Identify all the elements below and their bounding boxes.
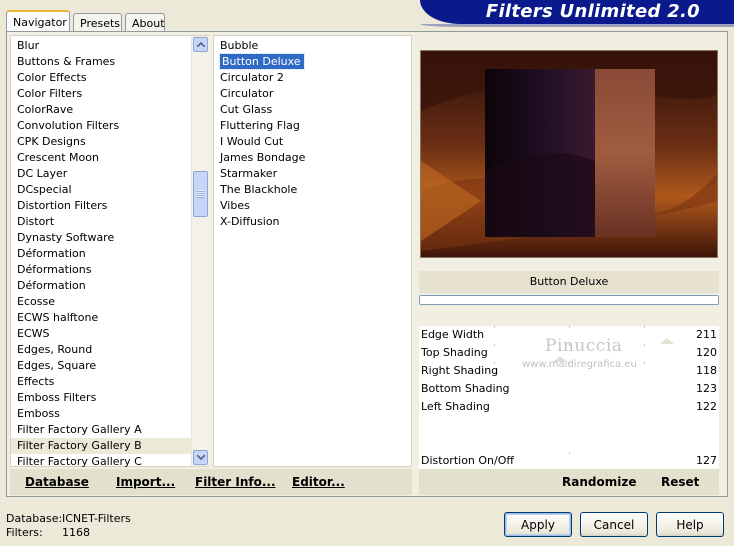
filter-item[interactable]: Starmaker — [214, 166, 409, 182]
category-item[interactable]: Color Effects — [11, 70, 191, 86]
category-item[interactable]: Edges, Round — [11, 342, 191, 358]
import-button[interactable]: Import... — [116, 475, 175, 489]
category-item[interactable]: Distortion Filters — [11, 198, 191, 214]
filter-item[interactable]: Bubble — [214, 38, 409, 54]
category-item[interactable]: Crescent Moon — [11, 150, 191, 166]
param-value: 211 — [696, 328, 717, 341]
filter-item[interactable]: Cut Glass — [214, 102, 409, 118]
filter-item[interactable]: Button Deluxe — [214, 53, 409, 70]
preview-graphic — [421, 51, 717, 257]
param-value: 127 — [696, 454, 717, 467]
filter-item[interactable]: The Blackhole — [214, 182, 409, 198]
preview-caption: Button Deluxe — [419, 271, 719, 293]
database-status-label: Database: — [6, 512, 63, 525]
filter-list: Bubble Button Deluxe Circulator 2 Circulato… — [213, 35, 412, 467]
category-item[interactable]: Effects — [11, 374, 191, 390]
category-item[interactable]: Filter Factory Gallery A — [11, 422, 191, 438]
tab-presets[interactable]: Presets — [73, 13, 122, 32]
progress-bar — [419, 295, 719, 305]
category-item[interactable]: Edges, Square — [11, 358, 191, 374]
category-item[interactable]: Déformations — [11, 262, 191, 278]
database-button[interactable]: Database — [25, 475, 89, 489]
apply-button[interactable]: Apply — [504, 512, 572, 537]
tab-about[interactable]: About — [125, 13, 165, 32]
category-item[interactable]: Blur — [11, 38, 191, 54]
filter-item[interactable]: James Bondage — [214, 150, 409, 166]
category-item[interactable]: Emboss Filters — [11, 390, 191, 406]
right-action-bar: Randomize Reset — [419, 469, 719, 495]
status-info: Database:ICNET-Filters Filters: 1168 — [6, 512, 131, 540]
param-left-shading[interactable]: Left Shading 122 — [419, 398, 719, 416]
category-item[interactable]: Déformation — [11, 278, 191, 294]
category-item[interactable]: Dynasty Software — [11, 230, 191, 246]
category-item[interactable]: Filter Factory Gallery B — [11, 438, 191, 454]
category-item[interactable]: Filter Factory Gallery C — [11, 454, 191, 470]
scroll-up-button[interactable] — [193, 37, 208, 52]
filter-info-button[interactable]: Filter Info... — [195, 475, 276, 489]
filter-item[interactable]: X-Diffusion — [214, 214, 409, 230]
filter-item-selected[interactable]: Button Deluxe — [219, 53, 305, 70]
param-value: 120 — [696, 346, 717, 359]
param-empty-row — [419, 434, 719, 452]
category-item[interactable]: ColorRave — [11, 102, 191, 118]
category-item[interactable]: DCspecial — [11, 182, 191, 198]
param-value: 118 — [696, 364, 717, 377]
param-value: 122 — [696, 400, 717, 413]
category-item[interactable]: Color Filters — [11, 86, 191, 102]
filter-item[interactable]: Circulator 2 — [214, 70, 409, 86]
param-label: Left Shading — [421, 400, 490, 413]
category-item[interactable]: Emboss — [11, 406, 191, 422]
chevron-down-icon — [196, 455, 205, 460]
param-value: 123 — [696, 382, 717, 395]
param-label: Right Shading — [421, 364, 499, 377]
filters-count-value: 1168 — [62, 526, 90, 539]
filters-count-label: Filters: — [6, 526, 43, 539]
help-button[interactable]: Help — [656, 512, 724, 537]
preview-image — [420, 50, 718, 258]
scroll-thumb[interactable] — [193, 171, 208, 217]
filter-item[interactable]: Circulator — [214, 86, 409, 102]
header-banner: Filters Unlimited 2.0 — [420, 0, 734, 27]
category-item[interactable]: Convolution Filters — [11, 118, 191, 134]
left-action-bar: Database Import... Filter Info... Editor… — [10, 469, 412, 495]
watermark-name: Pinuccia — [545, 336, 623, 356]
chevron-up-icon — [196, 42, 205, 47]
scroll-down-button[interactable] — [193, 450, 208, 465]
param-empty-row — [419, 416, 719, 434]
filter-item[interactable]: I Would Cut — [214, 134, 409, 150]
cancel-button[interactable]: Cancel — [580, 512, 648, 537]
category-item[interactable]: DC Layer — [11, 166, 191, 182]
app-title: Filters Unlimited 2.0 — [485, 1, 700, 22]
param-label: Edge Width — [421, 328, 485, 341]
category-item[interactable]: Distort — [11, 214, 191, 230]
category-item[interactable]: Buttons & Frames — [11, 54, 191, 70]
param-label: Top Shading — [421, 346, 488, 359]
editor-button[interactable]: Editor... — [292, 475, 345, 489]
database-status-value: ICNET-Filters — [62, 512, 131, 525]
category-item[interactable]: ECWS — [11, 326, 191, 342]
tab-navigator[interactable]: Navigator — [6, 10, 70, 33]
param-distortion[interactable]: Distortion On/Off 127 — [419, 452, 719, 470]
category-scrollbar[interactable] — [191, 36, 209, 466]
category-item[interactable]: Ecosse — [11, 294, 191, 310]
category-item[interactable]: ECWS halftone — [11, 310, 191, 326]
filter-item[interactable]: Fluttering Flag — [214, 118, 409, 134]
param-label: Bottom Shading — [421, 382, 510, 395]
category-list: Blur Buttons & Frames Color Effects Color F… — [10, 35, 209, 470]
filter-item[interactable]: Vibes — [214, 198, 409, 214]
reset-button[interactable]: Reset — [661, 475, 699, 489]
randomize-button[interactable]: Randomize — [562, 475, 636, 489]
navigator-panel: Blur Buttons & Frames Color Effects Color F… — [6, 31, 728, 497]
param-bottom-shading[interactable]: Bottom Shading 123 — [419, 380, 719, 398]
category-item[interactable]: CPK Designs — [11, 134, 191, 150]
watermark-url: www.maidiregrafica.eu — [522, 359, 637, 370]
category-item[interactable]: Déformation — [11, 246, 191, 262]
param-label: Distortion On/Off — [421, 454, 514, 467]
